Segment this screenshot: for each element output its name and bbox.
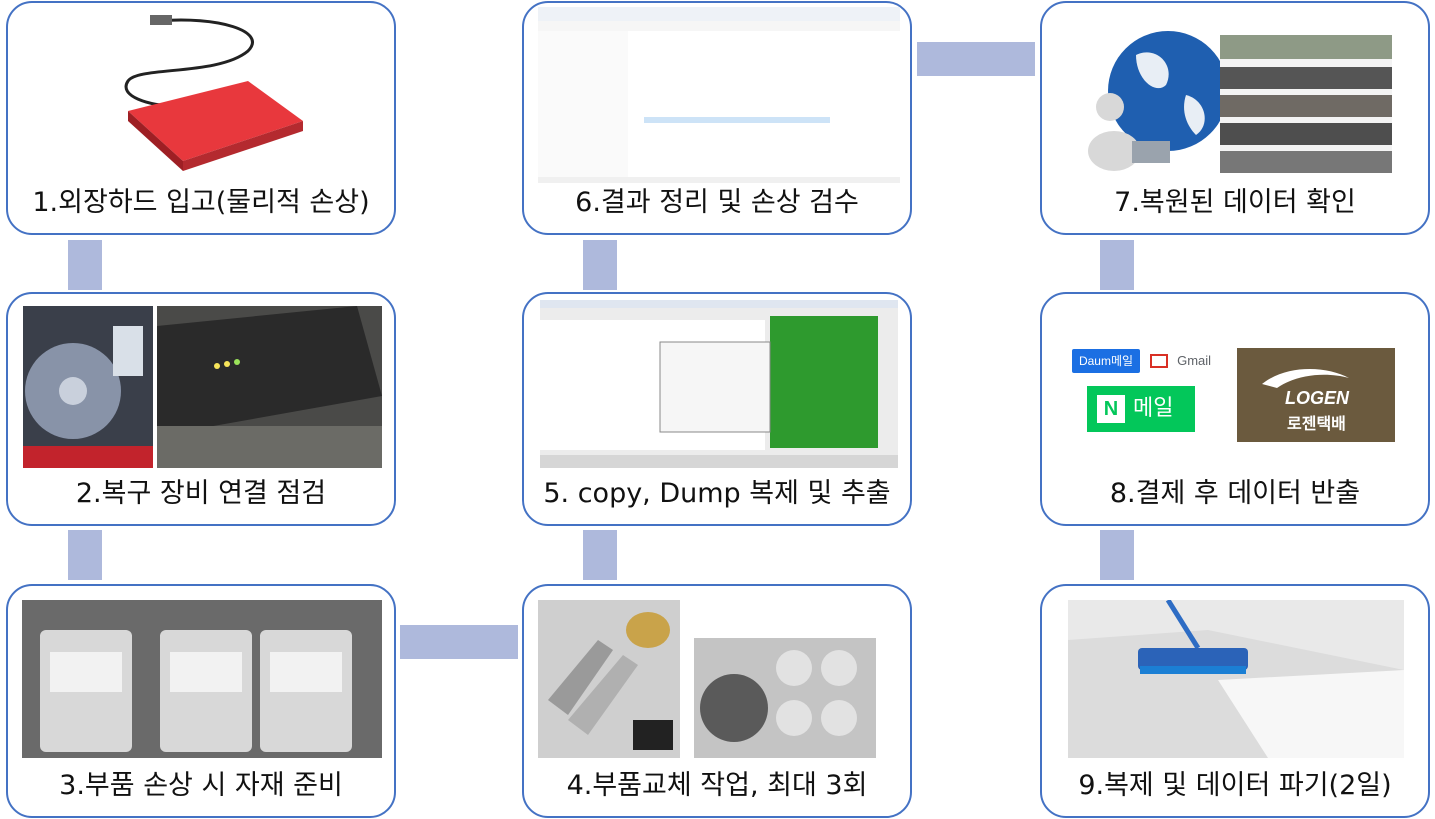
globe-user-illustration <box>1076 25 1224 175</box>
daum-mail-logo: Daum메일 <box>1072 349 1140 373</box>
opened-platter-photo <box>694 638 876 758</box>
gmail-logo: Gmail <box>1150 349 1218 373</box>
gmail-icon <box>1150 354 1168 368</box>
step-6-card: 6.결과 정리 및 손상 검수 <box>522 1 912 235</box>
head-replacement-photo <box>538 600 680 758</box>
step-9-label: 9.복제 및 데이터 파기(2일) <box>1078 770 1392 801</box>
external-hdd-photo <box>98 11 308 171</box>
step-8-card: Daum메일 Gmail N 메일 LOGEN 로젠택배 8.결제 후 데이터 … <box>1040 292 1430 526</box>
recovery-equipment-photo <box>157 306 382 468</box>
connector-3-4 <box>400 625 518 659</box>
step-2-label: 2.복구 장비 연결 점검 <box>75 478 327 509</box>
connector-8-9 <box>1100 530 1134 580</box>
data-erase-illustration <box>1068 600 1404 758</box>
connector-1-2 <box>68 240 102 290</box>
step-1-label: 1.외장하드 입고(물리적 손상) <box>32 187 370 218</box>
step-4-card: 4.부품교체 작업, 최대 3회 <box>522 584 912 818</box>
spare-hdd-parts-photo <box>22 600 382 758</box>
file-explorer-screenshot <box>538 7 900 183</box>
step-2-card: 2.복구 장비 연결 점검 <box>6 292 396 526</box>
step-6-label: 6.결과 정리 및 손상 검수 <box>575 187 859 218</box>
recovered-photos-thumbnails <box>1220 35 1392 173</box>
connector-2-3 <box>68 530 102 580</box>
logen-ko-text: 로젠택배 <box>1287 414 1346 433</box>
step-1-card: 1.외장하드 입고(물리적 손상) <box>6 1 396 235</box>
daum-mail-text: Daum메일 <box>1078 354 1134 368</box>
step-8-label: 8.결제 후 데이터 반출 <box>1109 478 1361 509</box>
connector-4-5 <box>583 530 617 580</box>
logen-en-text: LOGEN <box>1285 388 1350 408</box>
connector-6-7 <box>917 42 1035 76</box>
step-3-label: 3.부품 손상 시 자재 준비 <box>59 770 343 801</box>
step-7-label: 7.복원된 데이터 확인 <box>1114 187 1356 218</box>
step-9-card: 9.복제 및 데이터 파기(2일) <box>1040 584 1430 818</box>
step-4-label: 4.부품교체 작업, 최대 3회 <box>566 770 868 801</box>
connector-7-8 <box>1100 240 1134 290</box>
step-5-label: 5. copy, Dump 복제 및 추출 <box>543 478 891 509</box>
step-5-card: 5. copy, Dump 복제 및 추출 <box>522 292 912 526</box>
naver-n-icon: N <box>1097 395 1125 423</box>
step-7-card: 7.복원된 데이터 확인 <box>1040 1 1430 235</box>
gmail-text: Gmail <box>1177 353 1212 368</box>
hdd-internal-photo <box>23 306 153 468</box>
logen-logo: LOGEN 로젠택배 <box>1237 348 1395 442</box>
step-3-card: 3.부품 손상 시 자재 준비 <box>6 584 396 818</box>
naver-mail-text: 메일 <box>1133 396 1174 421</box>
naver-mail-logo: N 메일 <box>1087 386 1195 432</box>
dump-software-screenshot <box>540 300 898 468</box>
connector-5-6 <box>583 240 617 290</box>
